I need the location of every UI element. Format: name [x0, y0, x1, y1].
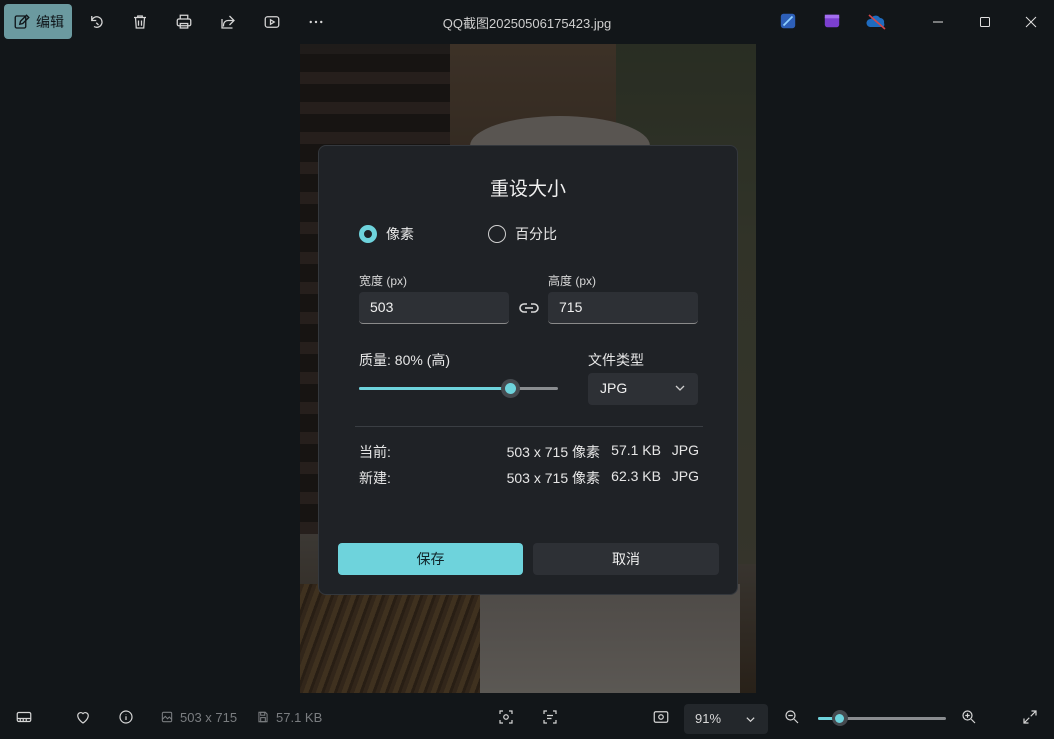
- width-label: 宽度 (px): [359, 274, 408, 288]
- chevron-down-icon: [675, 385, 685, 391]
- focus-icon: [499, 710, 513, 724]
- current-dims: 503 x 715 像素: [506, 444, 600, 460]
- radio-percent-label: 百分比: [515, 226, 557, 242]
- cancel-button[interactable]: 取消: [533, 543, 719, 575]
- onedrive-icon[interactable]: [866, 12, 888, 30]
- text-scan-button[interactable]: [541, 707, 559, 727]
- quality-slider[interactable]: [359, 379, 558, 398]
- dialog-title: 重设大小: [489, 179, 566, 200]
- zoom-out-button[interactable]: [783, 707, 801, 727]
- radio-selected-indicator: [359, 225, 377, 243]
- link-aspect-ratio-icon[interactable]: [518, 298, 540, 318]
- zoom-in-icon: [962, 710, 976, 724]
- image-size-icon: [161, 711, 173, 723]
- radio-pixels[interactable]: 像素: [359, 224, 414, 244]
- quality-slider-thumb[interactable]: [501, 379, 521, 398]
- fit-screen-button[interactable]: [652, 707, 670, 727]
- zoom-out-icon: [785, 710, 799, 724]
- filmstrip-button[interactable]: [15, 707, 33, 727]
- favorite-button[interactable]: [74, 707, 92, 727]
- filesize-readout: 57.1 KB: [256, 707, 322, 727]
- divider: [355, 426, 703, 427]
- zoom-slider-thumb[interactable]: [831, 710, 848, 726]
- close-button[interactable]: [1019, 10, 1043, 34]
- new-info-row: 新建: 503 x 715 像素 62.3 KB JPG: [359, 468, 699, 488]
- file-info-button[interactable]: [117, 707, 135, 727]
- radio-unselected-indicator: [488, 225, 506, 243]
- filetype-select[interactable]: JPG: [588, 373, 698, 405]
- close-icon: [1025, 16, 1037, 28]
- minimize-button[interactable]: [926, 10, 950, 34]
- quality-label: 质量: 80% (高): [359, 352, 451, 368]
- filetype-value: JPG: [600, 380, 628, 396]
- new-dims: 503 x 715 像素: [506, 470, 600, 486]
- radio-percent[interactable]: 百分比: [488, 224, 557, 244]
- new-label: 新建:: [359, 470, 391, 486]
- height-label: 高度 (px): [548, 274, 597, 288]
- heart-icon: [77, 712, 89, 724]
- filesize-text: 57.1 KB: [276, 709, 323, 725]
- disk-icon: [258, 711, 268, 723]
- new-size: 62.3 KB: [611, 468, 661, 484]
- window-title: QQ截图20250506175423.jpg: [442, 16, 612, 31]
- title-bar: 编辑 QQ截图20250506175423.jpg: [0, 0, 1054, 44]
- maximize-icon: [980, 17, 990, 27]
- current-size: 57.1 KB: [611, 442, 661, 458]
- quality-slider-fill: [359, 387, 511, 390]
- width-input[interactable]: 503: [359, 292, 509, 324]
- clipchamp-icon[interactable]: [779, 12, 797, 30]
- maximize-button[interactable]: [973, 10, 997, 34]
- text-scan-icon: [543, 710, 557, 724]
- new-format: JPG: [671, 468, 699, 484]
- filmstrip-icon: [16, 711, 32, 723]
- zoom-slider[interactable]: [818, 710, 946, 726]
- current-label: 当前:: [359, 444, 391, 460]
- filetype-label: 文件类型: [588, 352, 644, 368]
- minimize-icon: [933, 21, 943, 23]
- radio-pixels-label: 像素: [386, 226, 414, 242]
- chevron-down-icon: [746, 717, 755, 723]
- zoom-in-button[interactable]: [960, 707, 978, 727]
- zoom-value: 91%: [695, 711, 722, 726]
- fit-screen-icon: [653, 711, 669, 723]
- info-icon: [119, 710, 133, 724]
- current-format: JPG: [671, 442, 699, 458]
- expand-icon: [1023, 710, 1037, 724]
- crop-focus-button[interactable]: [497, 707, 515, 727]
- dimensions-text: 503 x 715: [180, 709, 238, 725]
- fullscreen-button[interactable]: [1021, 707, 1039, 727]
- video-editor-icon[interactable]: [823, 12, 841, 30]
- save-button[interactable]: 保存: [338, 543, 523, 575]
- zoom-select[interactable]: 91%: [684, 704, 768, 734]
- dimensions-readout: 503 x 715: [160, 707, 237, 727]
- current-info-row: 当前: 503 x 715 像素 57.1 KB JPG: [359, 442, 699, 462]
- height-input[interactable]: 715: [548, 292, 698, 324]
- resize-dialog: 重设大小 像素 百分比 宽度 (px) 503 高度 (px) 715 质量: …: [318, 145, 738, 595]
